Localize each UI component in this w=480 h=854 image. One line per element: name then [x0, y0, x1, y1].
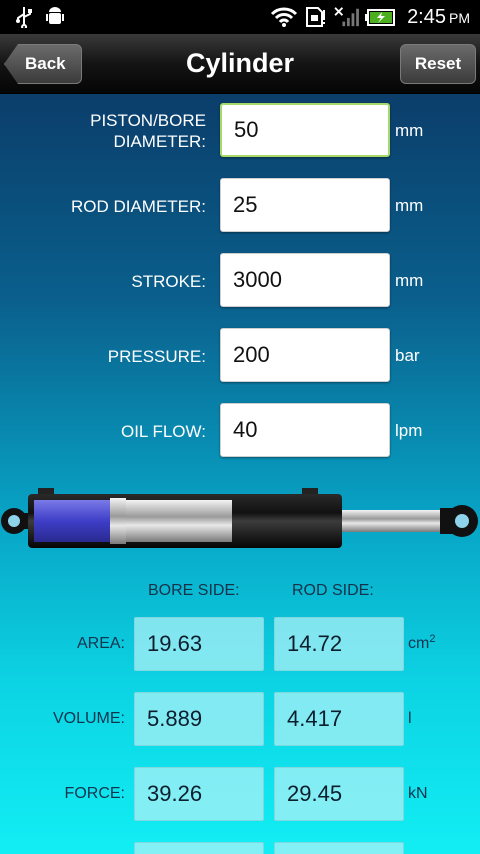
piston-chamber	[34, 500, 114, 542]
title-bar: Back Cylinder Reset	[0, 34, 480, 94]
clock: 2:45 PM	[407, 6, 470, 29]
area-label: AREA:	[76, 635, 125, 652]
input-row-oil-flow: OIL FLOW: 40 lpm	[0, 403, 480, 459]
partial-rod-value	[274, 842, 404, 854]
volume-unit: l	[408, 710, 412, 727]
force-label: FORCE:	[64, 785, 125, 802]
cylinder-illustration	[1, 488, 478, 548]
bore-diameter-unit: mm	[395, 121, 424, 140]
volume-bore-value: 5.889	[134, 692, 264, 746]
piston-rod	[342, 510, 442, 532]
input-row-rod-diameter: ROD DIAMETER: 25 mm	[0, 178, 480, 234]
bore-diameter-label-text: PISTON/BORE DIAMETER:	[90, 111, 206, 151]
status-bar: 2:45 PM	[0, 0, 480, 34]
pressure-unit: bar	[395, 346, 420, 365]
volume-rod-value: 4.417	[274, 692, 404, 746]
oil-flow-input[interactable]: 40	[220, 403, 390, 457]
rod-diameter-unit: mm	[395, 196, 424, 215]
clock-ampm: PM	[449, 10, 470, 26]
area-unit: cm 2	[408, 617, 435, 671]
oil-flow-label: OIL FLOW:	[120, 421, 206, 441]
result-row-force: FORCE: 39.26 29.45 kN	[0, 767, 480, 821]
piston-head	[110, 498, 126, 544]
wifi-icon	[270, 7, 298, 27]
battery-charging-icon	[365, 9, 395, 26]
result-row-volume: VOLUME: 5.889 4.417 l	[0, 692, 480, 746]
input-row-bore-diameter: PISTON/BORE DIAMETER: 50 mm	[0, 103, 480, 159]
stroke-label: STROKE:	[131, 271, 206, 291]
force-rod-value: 29.45	[274, 767, 404, 821]
rod-inside	[126, 500, 232, 542]
partial-bore-value	[134, 842, 264, 854]
force-unit: kN	[408, 785, 428, 802]
rod-side-header: ROD SIDE:	[292, 582, 374, 599]
input-row-pressure: PRESSURE: 200 bar	[0, 328, 480, 384]
result-row-area: AREA: 19.63 14.72 cm 2	[0, 617, 480, 671]
rod-diameter-label: ROD DIAMETER:	[70, 196, 206, 216]
stroke-unit: mm	[395, 271, 424, 290]
pressure-input[interactable]: 200	[220, 328, 390, 382]
result-row-partial	[0, 842, 480, 854]
bore-side-header: BORE SIDE:	[148, 582, 240, 599]
usb-icon	[16, 7, 32, 28]
area-bore-value: 19.63	[134, 617, 264, 671]
reset-button[interactable]: Reset	[400, 44, 476, 84]
rod-diameter-input[interactable]: 25	[220, 178, 390, 232]
force-bore-value: 39.26	[134, 767, 264, 821]
oil-flow-unit: lpm	[395, 421, 423, 440]
android-debug-icon	[46, 7, 64, 24]
no-signal-icon	[334, 7, 359, 27]
area-unit-sup: 2	[429, 633, 436, 645]
sd-card-icon	[306, 7, 325, 27]
bore-diameter-input[interactable]: 50	[220, 103, 390, 157]
area-unit-text: cm	[408, 635, 430, 652]
clock-time: 2:45	[407, 6, 446, 28]
area-rod-value: 14.72	[274, 617, 404, 671]
pressure-label: PRESSURE:	[107, 346, 206, 366]
bore-diameter-label: PISTON/BORE DIAMETER:	[90, 103, 206, 159]
input-row-stroke: STROKE: 3000 mm	[0, 253, 480, 309]
volume-label: VOLUME:	[52, 710, 125, 727]
stroke-input[interactable]: 3000	[220, 253, 390, 307]
